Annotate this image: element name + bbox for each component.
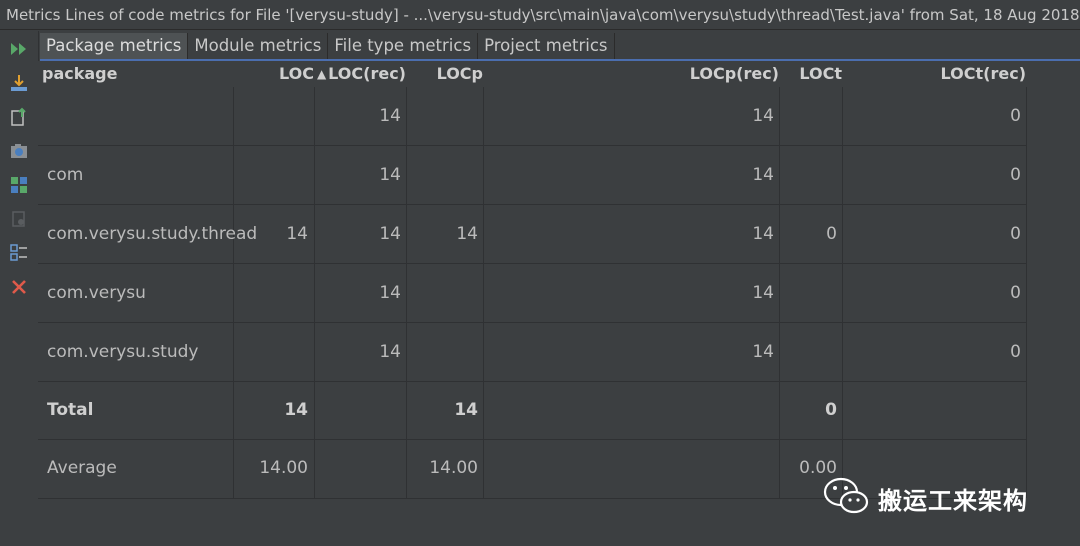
cell-package: Average bbox=[47, 458, 117, 478]
table-header: package LOC ▲ LOC(rec) LOCp LOCp(rec) LO… bbox=[38, 61, 1080, 87]
cell-loct-rec bbox=[842, 381, 1021, 440]
table-row[interactable]: 14 14 0 bbox=[38, 87, 1026, 146]
cell-locp-rec: 14 bbox=[752, 165, 774, 185]
tab-package-metrics[interactable]: Package metrics bbox=[40, 33, 189, 59]
cell-loc bbox=[234, 87, 308, 146]
watermark: 搬运工来架构 bbox=[822, 476, 1028, 520]
cell-locp-rec bbox=[483, 381, 774, 440]
export-file-icon[interactable] bbox=[9, 107, 29, 127]
cell-loct bbox=[779, 87, 837, 146]
cell-loc-rec: 14 bbox=[379, 283, 401, 303]
column-header-loct[interactable]: LOCt bbox=[779, 61, 842, 87]
tab-bar: Package metrics Module metrics File type… bbox=[40, 33, 615, 59]
column-header-loc-rec[interactable]: LOC(rec) bbox=[314, 61, 406, 87]
total-row[interactable]: Total 14 14 0 bbox=[38, 381, 1026, 440]
cell-locp-rec: 14 bbox=[752, 342, 774, 362]
cell-package: com.verysu.study.thread bbox=[47, 224, 258, 244]
cell-loc-rec bbox=[314, 439, 401, 498]
cell-loct: 0 bbox=[825, 400, 837, 420]
table-row[interactable]: com.verysu.study.thread 14 14 14 14 0 0 bbox=[38, 205, 1026, 264]
cell-loc-rec: 14 bbox=[379, 165, 401, 185]
column-header-locp-rec[interactable]: LOCp(rec) bbox=[483, 61, 779, 87]
tab-module-metrics[interactable]: Module metrics bbox=[188, 33, 329, 59]
cell-locp: 14.00 bbox=[429, 458, 478, 478]
cell-package: Total bbox=[47, 400, 94, 420]
cell-locp-rec: 14 bbox=[752, 283, 774, 303]
cell-loct bbox=[779, 146, 837, 205]
cell-loc bbox=[234, 323, 308, 382]
cell-loct-rec: 0 bbox=[1010, 283, 1021, 303]
cell-loct: 0 bbox=[826, 224, 837, 244]
snapshot-icon[interactable] bbox=[9, 141, 29, 161]
diff-icon[interactable] bbox=[9, 175, 29, 195]
cell-locp bbox=[406, 146, 478, 205]
column-header-locp[interactable]: LOCp bbox=[406, 61, 483, 87]
cell-loct bbox=[779, 264, 837, 323]
cell-loc: 14.00 bbox=[259, 458, 308, 478]
cell-loct bbox=[779, 323, 837, 382]
cell-locp-rec: 14 bbox=[752, 106, 774, 126]
rerun-icon[interactable] bbox=[9, 39, 29, 59]
cell-loct-rec: 0 bbox=[1010, 342, 1021, 362]
cell-locp: 14 bbox=[456, 224, 478, 244]
window-title: Metrics Lines of code metrics for File '… bbox=[0, 0, 1080, 30]
cell-package: com bbox=[47, 165, 84, 185]
column-header-loc[interactable]: LOC bbox=[234, 61, 314, 87]
close-icon[interactable] bbox=[9, 277, 29, 297]
tab-project-metrics[interactable]: Project metrics bbox=[478, 33, 615, 59]
cell-loc-rec: 14 bbox=[379, 106, 401, 126]
cell-loct-rec: 0 bbox=[1010, 106, 1021, 126]
column-header-package[interactable]: package bbox=[42, 61, 117, 87]
cell-loc-rec bbox=[314, 381, 401, 440]
cell-loc-rec: 14 bbox=[379, 224, 401, 244]
cell-loc: 14 bbox=[284, 400, 308, 420]
cell-loct-rec: 0 bbox=[1010, 224, 1021, 244]
cell-loc: 14 bbox=[286, 224, 308, 244]
cell-locp: 14 bbox=[454, 400, 478, 420]
watermark-text: 搬运工来架构 bbox=[878, 486, 1028, 515]
table-row[interactable]: com.verysu.study 14 14 0 bbox=[38, 323, 1026, 382]
export-icon[interactable] bbox=[9, 73, 29, 93]
cell-loct-rec: 0 bbox=[1010, 165, 1021, 185]
wechat-icon bbox=[822, 476, 870, 521]
column-divider bbox=[1026, 87, 1027, 498]
side-toolbar bbox=[0, 31, 39, 546]
metrics-table: package LOC ▲ LOC(rec) LOCp LOCp(rec) LO… bbox=[38, 61, 1080, 546]
cell-loc-rec: 14 bbox=[379, 342, 401, 362]
column-header-loct-rec[interactable]: LOCt(rec) bbox=[842, 61, 1026, 87]
cell-locp bbox=[406, 323, 478, 382]
settings-list-icon[interactable] bbox=[9, 243, 29, 263]
cell-locp bbox=[406, 87, 478, 146]
table-row[interactable]: com 14 14 0 bbox=[38, 146, 1026, 205]
disabled-icon bbox=[9, 209, 29, 229]
cell-package: com.verysu.study bbox=[47, 342, 199, 362]
cell-package: com.verysu bbox=[47, 283, 146, 303]
cell-loc bbox=[234, 146, 308, 205]
cell-locp-rec: 14 bbox=[752, 224, 774, 244]
cell-loc bbox=[234, 264, 308, 323]
tab-file-type-metrics[interactable]: File type metrics bbox=[328, 33, 479, 59]
cell-locp-rec bbox=[483, 439, 774, 498]
table-row[interactable]: com.verysu 14 14 0 bbox=[38, 264, 1026, 323]
column-header-label: LOC bbox=[279, 64, 314, 83]
cell-locp bbox=[406, 264, 478, 323]
